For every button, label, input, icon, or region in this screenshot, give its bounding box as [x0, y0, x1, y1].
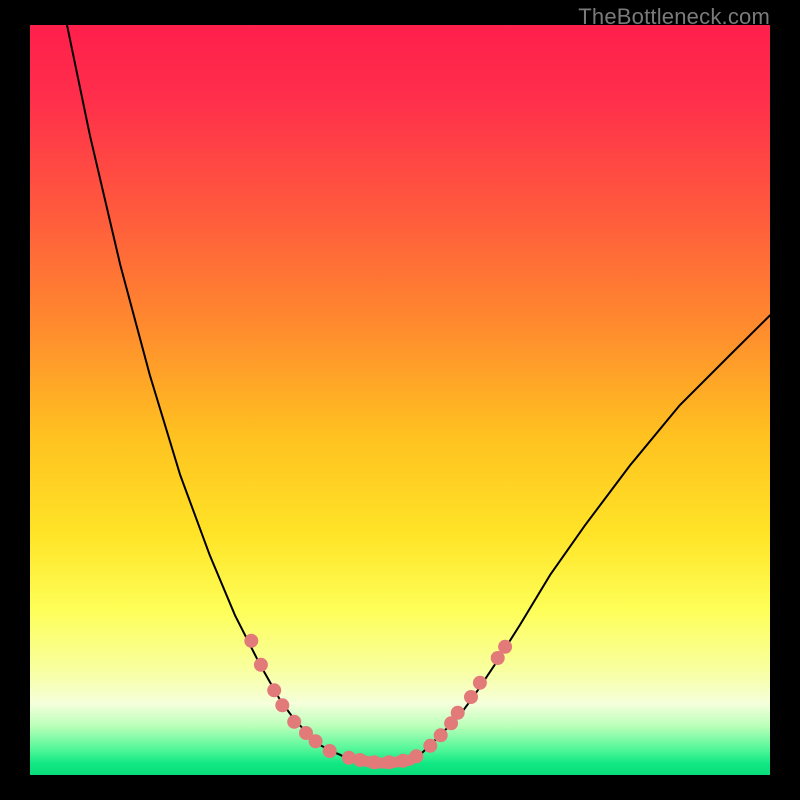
marker-dot [254, 658, 268, 672]
marker-dot [275, 698, 289, 712]
marker-dot [244, 634, 258, 648]
left-curve [67, 25, 360, 760]
chart-frame: TheBottleneck.com [0, 0, 800, 800]
right-curve [410, 315, 770, 760]
marker-dot [382, 755, 396, 769]
marker-dot [473, 676, 487, 690]
marker-dot [451, 706, 465, 720]
marker-dot [287, 715, 301, 729]
curves-layer [30, 25, 770, 775]
marker-dot [423, 739, 437, 753]
marker-dot [396, 754, 410, 768]
marker-dot [498, 640, 512, 654]
marker-dot [409, 749, 423, 763]
marker-dot [353, 753, 367, 767]
plot-area [30, 25, 770, 775]
marker-dot [434, 728, 448, 742]
marker-dot [464, 690, 478, 704]
marker-dot [267, 683, 281, 697]
marker-dot [323, 744, 337, 758]
marker-dot [367, 755, 381, 769]
marker-dots [244, 634, 512, 770]
marker-dot [309, 734, 323, 748]
